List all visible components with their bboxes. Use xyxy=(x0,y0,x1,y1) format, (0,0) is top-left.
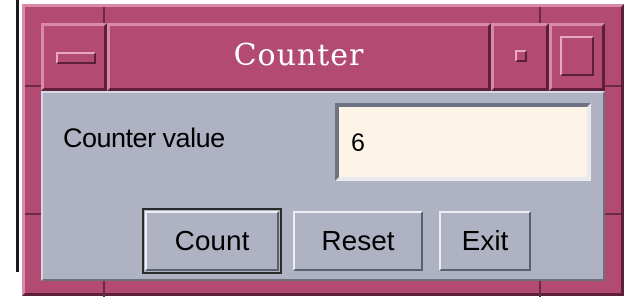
counter-value-label: Counter value xyxy=(63,123,225,153)
frame-divider xyxy=(25,85,41,87)
minimize-button[interactable] xyxy=(491,23,549,91)
window-menu-button[interactable] xyxy=(41,23,107,91)
frame-divider xyxy=(539,281,541,297)
maximize-icon xyxy=(560,36,594,76)
frame-divider xyxy=(539,7,541,23)
background-window-edge xyxy=(0,0,19,272)
frame-divider xyxy=(605,85,621,87)
frame-divider xyxy=(605,213,621,215)
exit-button[interactable]: Exit xyxy=(439,211,531,271)
frame-divider xyxy=(103,7,105,23)
reset-button[interactable]: Reset xyxy=(293,211,423,271)
count-button[interactable]: Count xyxy=(142,208,282,274)
counter-value-field[interactable]: 6 xyxy=(335,103,591,181)
minimize-icon xyxy=(515,50,527,62)
frame-divider xyxy=(25,213,41,215)
frame-divider xyxy=(103,281,105,297)
window-menu-icon xyxy=(56,52,96,64)
title-area[interactable]: Counter xyxy=(107,23,491,91)
window-title: Counter xyxy=(233,38,365,73)
maximize-button[interactable] xyxy=(549,23,605,91)
client-area: Counter value 6 Count Reset Exit xyxy=(41,91,605,281)
title-bar: Counter xyxy=(41,23,605,91)
counter-window: Counter Counter value 6 Count Reset Exit xyxy=(22,4,624,297)
